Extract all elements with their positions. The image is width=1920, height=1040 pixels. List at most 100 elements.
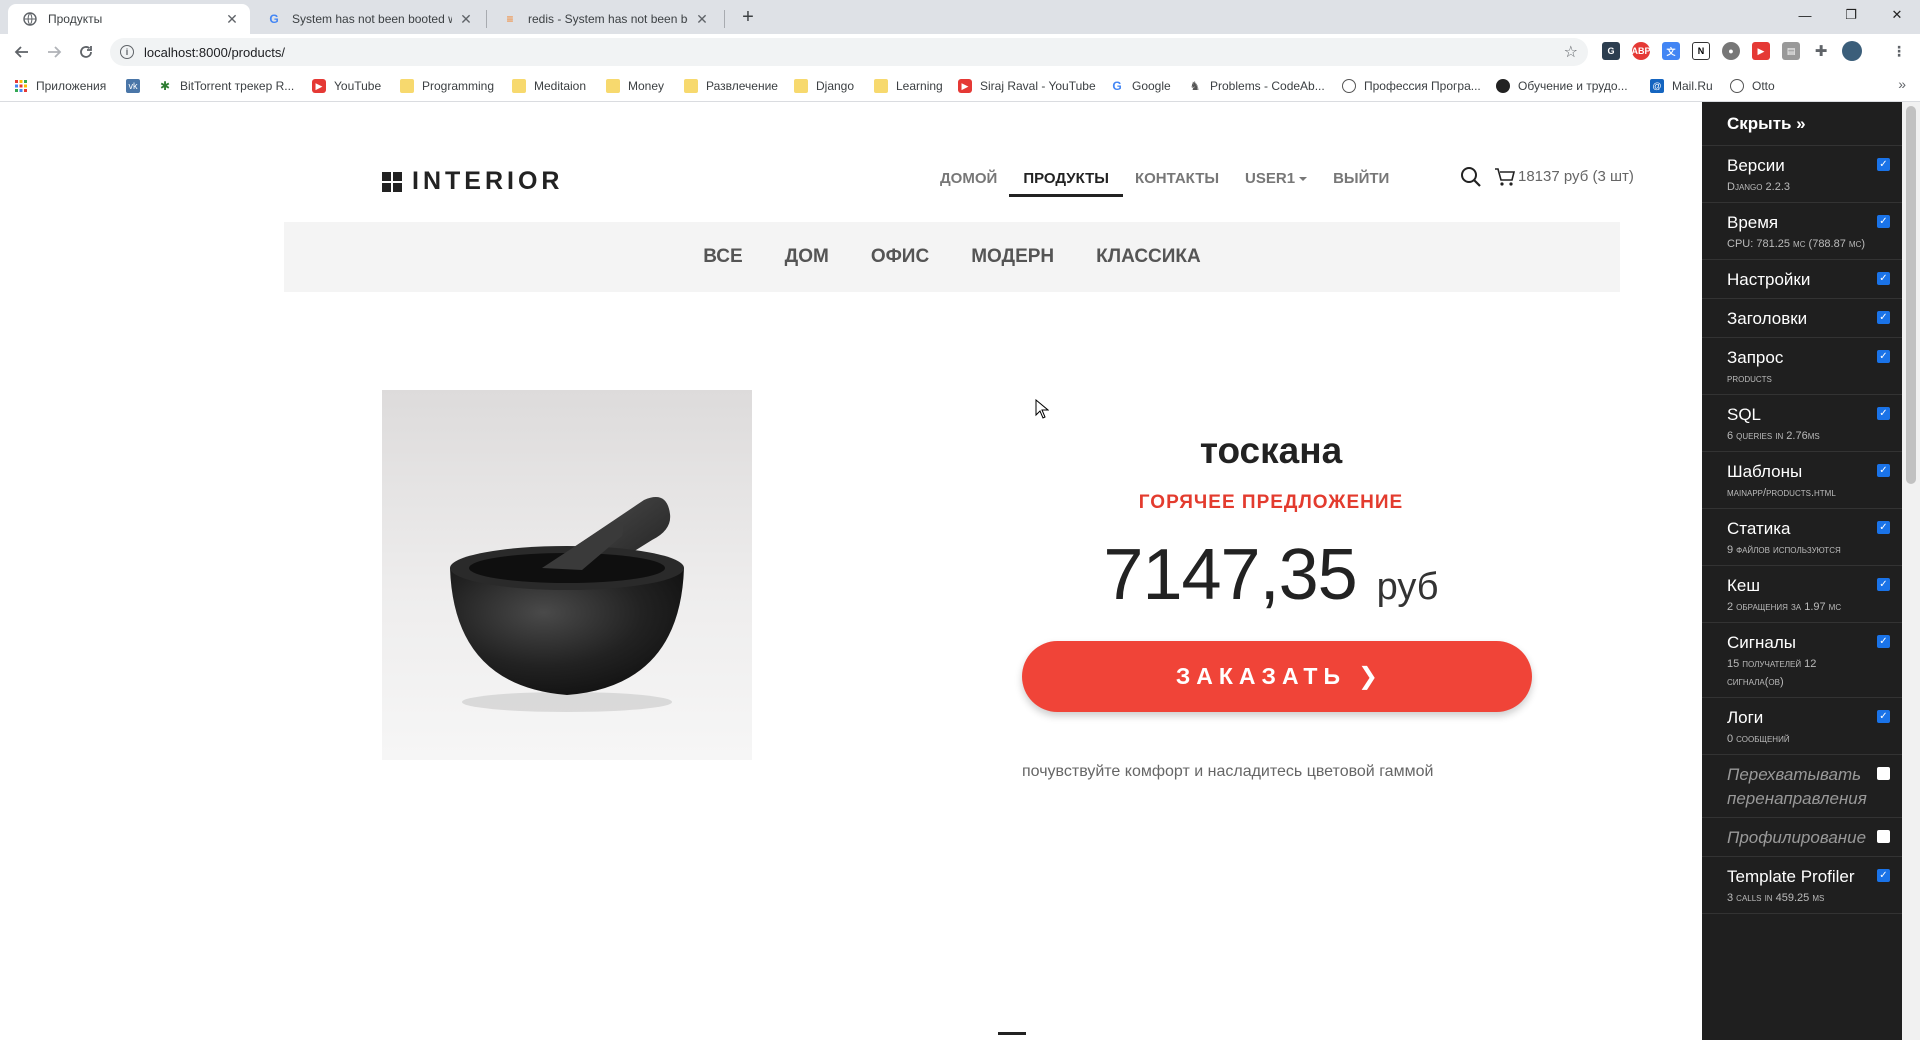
category-modern[interactable]: МОДЕРН bbox=[971, 246, 1054, 268]
debug-panel[interactable]: Сигналы 15 получателей 12 сигнала(ов) ✓ bbox=[1702, 623, 1902, 698]
checkbox-checked-icon[interactable]: ✓ bbox=[1877, 869, 1890, 882]
extension-icon[interactable]: G bbox=[1602, 42, 1620, 60]
puzzle-icon[interactable]: ✚ bbox=[1812, 42, 1830, 60]
bookmark-label: Otto bbox=[1752, 79, 1775, 93]
tab-strip: Продукты ✕ G System has not been booted … bbox=[0, 0, 1920, 34]
debug-panel[interactable]: Template Profiler 3 calls in 459.25 ms ✓ bbox=[1702, 857, 1902, 914]
cart-icon[interactable] bbox=[1494, 166, 1516, 188]
close-icon[interactable]: ✕ bbox=[694, 11, 710, 28]
new-tab-button[interactable]: + bbox=[736, 6, 760, 29]
bookmark-folder[interactable]: Programming bbox=[400, 78, 494, 94]
bookmark-item[interactable]: Otto bbox=[1730, 78, 1775, 94]
checkbox-checked-icon[interactable]: ✓ bbox=[1877, 407, 1890, 420]
close-icon[interactable]: ✕ bbox=[224, 11, 240, 28]
debug-panel[interactable]: Настройки ✓ bbox=[1702, 260, 1902, 299]
bookmark-item[interactable]: ✱ BitTorrent трекер R... bbox=[158, 78, 294, 94]
menu-icon[interactable]: ⋮ bbox=[1890, 42, 1908, 60]
bookmark-star-icon[interactable]: ☆ bbox=[1564, 42, 1578, 62]
tab-title: Продукты bbox=[48, 12, 103, 26]
bookmark-item[interactable]: ♞ Problems - CodeAb... bbox=[1188, 78, 1325, 94]
checkbox-checked-icon[interactable]: ✓ bbox=[1877, 635, 1890, 648]
scrollbar-thumb[interactable] bbox=[1906, 106, 1916, 484]
browser-tab[interactable]: G System has not been booted wit ✕ bbox=[252, 4, 484, 34]
back-button[interactable] bbox=[10, 40, 34, 64]
avatar[interactable] bbox=[1842, 41, 1862, 61]
bookmark-folder[interactable]: Django bbox=[794, 78, 854, 94]
checkbox-checked-icon[interactable]: ✓ bbox=[1877, 215, 1890, 228]
info-icon[interactable]: i bbox=[120, 45, 134, 59]
bookmark-label: Siraj Raval - YouTube bbox=[980, 79, 1096, 93]
youtube-extension-icon[interactable]: ▶ bbox=[1752, 42, 1770, 60]
debug-panel[interactable]: Статика 9 файлов используются ✓ bbox=[1702, 509, 1902, 566]
reload-button[interactable] bbox=[74, 40, 98, 64]
browser-tab[interactable]: ≡ redis - System has not been boo ✕ bbox=[488, 4, 720, 34]
forward-button[interactable] bbox=[42, 40, 66, 64]
browser-toolbar: i localhost:8000/products/ ☆ G ABP 文 N ●… bbox=[0, 34, 1920, 70]
debug-panel[interactable]: Логи 0 сообщений ✓ bbox=[1702, 698, 1902, 755]
nav-products[interactable]: ПРОДУКТЫ bbox=[1009, 170, 1123, 197]
checkbox-checked-icon[interactable]: ✓ bbox=[1877, 158, 1890, 171]
bookmark-vk[interactable]: vk bbox=[126, 78, 148, 94]
bookmark-item[interactable]: Обучение и трудо... bbox=[1496, 78, 1628, 94]
adblock-icon[interactable]: ABP bbox=[1632, 42, 1651, 60]
main-nav: ДОМОЙ ПРОДУКТЫ КОНТАКТЫ USER1 ВЫЙТИ bbox=[940, 170, 1415, 197]
nav-user-menu[interactable]: USER1 bbox=[1245, 170, 1308, 197]
debug-panel[interactable]: Время CPU: 781.25 мс (788.87 мс) ✓ bbox=[1702, 203, 1902, 260]
folder-icon bbox=[794, 79, 808, 93]
nav-contacts[interactable]: КОНТАКТЫ bbox=[1135, 170, 1219, 197]
extension-icon[interactable]: ▤ bbox=[1782, 42, 1800, 60]
debug-panel[interactable]: Профилирование bbox=[1702, 818, 1902, 857]
arrow-right-icon bbox=[48, 46, 62, 58]
bookmark-item[interactable]: Профессия Програ... bbox=[1342, 78, 1481, 94]
bookmark-folder[interactable]: Learning bbox=[874, 78, 943, 94]
category-all[interactable]: ВСЕ bbox=[703, 246, 742, 268]
product-image[interactable] bbox=[382, 390, 752, 760]
order-button[interactable]: ЗАКАЗАТЬ ❯ bbox=[1022, 641, 1532, 712]
search-icon[interactable] bbox=[1460, 166, 1482, 188]
checkbox-checked-icon[interactable]: ✓ bbox=[1877, 578, 1890, 591]
checkbox-checked-icon[interactable]: ✓ bbox=[1877, 272, 1890, 285]
checkbox-checked-icon[interactable]: ✓ bbox=[1877, 311, 1890, 324]
address-bar[interactable]: i localhost:8000/products/ ☆ bbox=[110, 38, 1588, 66]
bookmark-folder[interactable]: Meditaion bbox=[512, 78, 586, 94]
checkbox-unchecked-icon[interactable] bbox=[1877, 767, 1890, 780]
minimize-button[interactable]: — bbox=[1782, 0, 1828, 30]
site-logo[interactable]: INTERIOR bbox=[382, 167, 563, 196]
url-text[interactable]: localhost:8000/products/ bbox=[144, 45, 285, 60]
category-classic[interactable]: КЛАССИКА bbox=[1096, 246, 1201, 268]
bookmark-folder[interactable]: Развлечение bbox=[684, 78, 778, 94]
debug-panel[interactable]: Кеш 2 обращения за 1.97 мс ✓ bbox=[1702, 566, 1902, 623]
bookmark-folder[interactable]: Money bbox=[606, 78, 664, 94]
debug-panel[interactable]: SQL 6 queries in 2.76ms ✓ bbox=[1702, 395, 1902, 452]
browser-tab-active[interactable]: Продукты ✕ bbox=[8, 4, 250, 34]
bookmark-item[interactable]: ▶ Siraj Raval - YouTube bbox=[958, 78, 1096, 94]
bookmark-item[interactable]: ▶ YouTube bbox=[312, 78, 381, 94]
debug-panel[interactable]: Перехватывать перенаправления bbox=[1702, 755, 1902, 818]
restore-button[interactable]: ❐ bbox=[1828, 0, 1874, 30]
checkbox-unchecked-icon[interactable] bbox=[1877, 830, 1890, 843]
checkbox-checked-icon[interactable]: ✓ bbox=[1877, 521, 1890, 534]
nav-home[interactable]: ДОМОЙ bbox=[940, 170, 997, 197]
category-home[interactable]: ДОМ bbox=[785, 246, 829, 268]
scrollbar[interactable] bbox=[1902, 102, 1920, 1040]
category-office[interactable]: ОФИС bbox=[871, 246, 929, 268]
debug-panel[interactable]: Запрос products ✓ bbox=[1702, 338, 1902, 395]
debug-panel[interactable]: Заголовки ✓ bbox=[1702, 299, 1902, 338]
window-close-button[interactable]: ✕ bbox=[1874, 0, 1920, 30]
translate-icon[interactable]: 文 bbox=[1662, 42, 1680, 60]
checkbox-checked-icon[interactable]: ✓ bbox=[1877, 350, 1890, 363]
debug-panel[interactable]: Версии Django 2.2.3 ✓ bbox=[1702, 146, 1902, 203]
bookmark-item[interactable]: G Google bbox=[1110, 78, 1170, 94]
nav-logout[interactable]: ВЫЙТИ bbox=[1333, 170, 1389, 197]
chevron-right-icon[interactable]: » bbox=[1898, 76, 1906, 92]
checkbox-checked-icon[interactable]: ✓ bbox=[1877, 464, 1890, 477]
checkbox-checked-icon[interactable]: ✓ bbox=[1877, 710, 1890, 723]
bookmark-item[interactable]: @ Mail.Ru bbox=[1650, 78, 1713, 94]
close-icon[interactable]: ✕ bbox=[458, 11, 474, 28]
bookmark-apps[interactable]: Приложения bbox=[14, 78, 106, 94]
extension-icon[interactable]: ● bbox=[1722, 42, 1740, 60]
notion-icon[interactable]: N bbox=[1692, 42, 1710, 60]
cart-summary[interactable]: 18137 руб (3 шт) bbox=[1518, 168, 1634, 185]
debug-toolbar-hide-button[interactable]: Скрыть » bbox=[1702, 102, 1902, 146]
debug-panel[interactable]: Шаблоны mainapp/products.html ✓ bbox=[1702, 452, 1902, 509]
